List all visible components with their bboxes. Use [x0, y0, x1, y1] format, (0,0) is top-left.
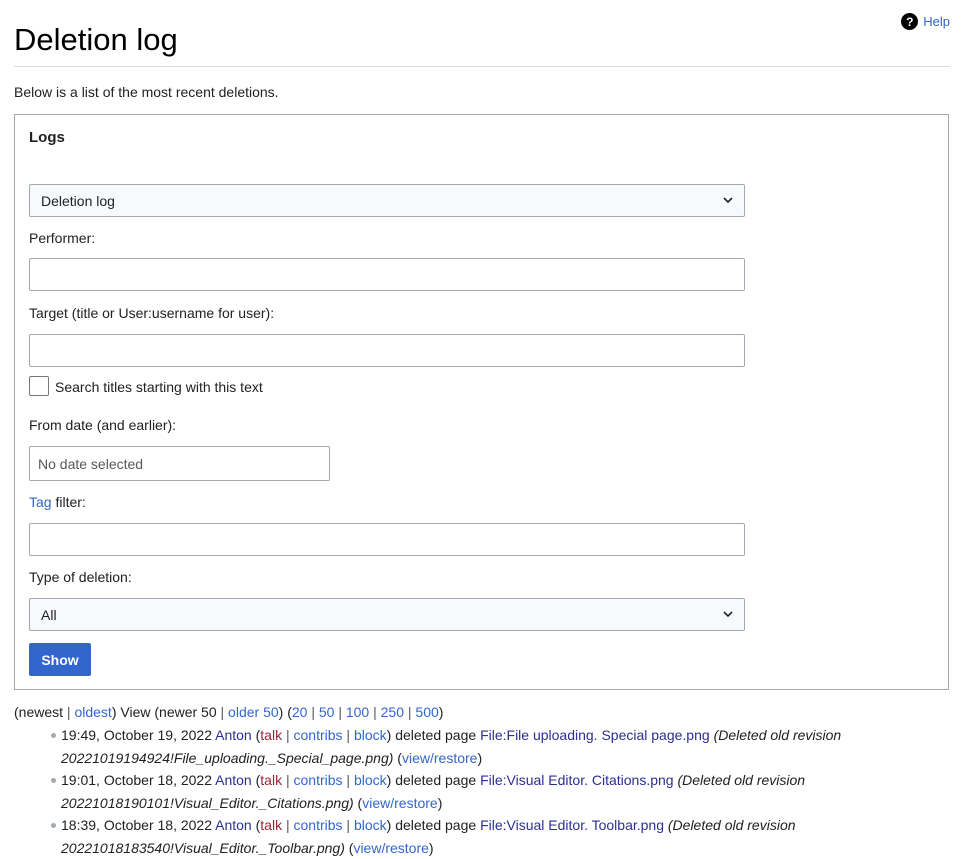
entry-timestamp: 19:49, October 19, 2022: [61, 727, 212, 743]
entry-action: deleted page: [395, 817, 477, 833]
newer-label: newer 50: [159, 704, 217, 720]
talk-link[interactable]: talk: [260, 817, 282, 833]
show-button[interactable]: Show: [29, 643, 91, 676]
block-link[interactable]: block: [354, 817, 387, 833]
user-link[interactable]: Anton: [215, 727, 252, 743]
log-type-value: Deletion log: [41, 192, 115, 209]
deletion-type-label: Type of deletion:: [29, 569, 132, 585]
limit-500-link[interactable]: 500: [415, 704, 438, 720]
deletion-type-select[interactable]: All: [29, 598, 745, 631]
prefix-search-label[interactable]: Search titles starting with this text: [55, 379, 263, 395]
user-link[interactable]: Anton: [215, 817, 252, 833]
user-link[interactable]: Anton: [215, 772, 252, 788]
help-icon: ?: [901, 13, 919, 30]
page-title: Deletion log: [14, 22, 178, 57]
log-entries: 19:49, October 19, 2022 Anton (talk | co…: [34, 724, 914, 859]
deletion-type-value: All: [41, 606, 57, 623]
chevron-down-icon: [723, 197, 733, 204]
oldest-link[interactable]: oldest: [74, 704, 111, 720]
view-restore-link[interactable]: view/restore: [353, 840, 428, 856]
from-date-input[interactable]: No date selected: [29, 446, 330, 481]
target-label: Target (title or User:username for user)…: [29, 305, 275, 321]
talk-link[interactable]: talk: [260, 727, 282, 743]
block-link[interactable]: block: [354, 772, 387, 788]
log-entry: 18:39, October 18, 2022 Anton (talk | co…: [34, 814, 914, 859]
contribs-link[interactable]: contribs: [294, 772, 343, 788]
view-label: View (: [116, 704, 160, 720]
prefix-search-checkbox[interactable]: [29, 376, 49, 396]
chevron-down-icon: [723, 611, 733, 618]
page-intro: Below is a list of the most recent delet…: [14, 84, 279, 100]
target-page-link[interactable]: File:Visual Editor. Toolbar.png: [480, 817, 664, 833]
older-link[interactable]: older 50: [228, 704, 279, 720]
view-restore-link[interactable]: view/restore: [402, 750, 477, 766]
newest-label: newest: [18, 704, 64, 720]
contribs-link[interactable]: contribs: [294, 727, 343, 743]
limit-100-link[interactable]: 100: [346, 704, 369, 720]
entry-timestamp: 19:01, October 18, 2022: [61, 772, 212, 788]
tag-filter-label-text: filter:: [51, 494, 86, 510]
from-date-placeholder: No date selected: [38, 455, 144, 472]
contribs-link[interactable]: contribs: [294, 817, 343, 833]
entry-action: deleted page: [395, 772, 477, 788]
log-entry: 19:01, October 18, 2022 Anton (talk | co…: [34, 769, 914, 814]
tag-filter-input[interactable]: [29, 523, 745, 556]
tag-link[interactable]: Tag: [29, 494, 52, 510]
target-page-link[interactable]: File:Visual Editor. Citations.png: [480, 772, 674, 788]
help-label: Help: [923, 14, 950, 29]
title-divider: [14, 66, 950, 67]
target-page-link[interactable]: File:File uploading. Special page.png: [480, 727, 710, 743]
entry-action: deleted page: [395, 727, 477, 743]
limit-20-link[interactable]: 20: [292, 704, 308, 720]
view-restore-link[interactable]: view/restore: [362, 795, 437, 811]
pagination-nav: (newest | oldest) View (newer 50 | older…: [14, 704, 444, 720]
form-legend: Logs: [29, 129, 65, 146]
talk-link[interactable]: talk: [260, 772, 282, 788]
log-entry: 19:49, October 19, 2022 Anton (talk | co…: [34, 724, 914, 769]
block-link[interactable]: block: [354, 727, 387, 743]
performer-label: Performer:: [29, 230, 96, 246]
logs-form: Logs Deletion log Performer: Target (tit…: [14, 114, 949, 690]
log-type-select[interactable]: Deletion log: [29, 184, 745, 217]
performer-input[interactable]: [29, 258, 745, 291]
limit-50-link[interactable]: 50: [319, 704, 335, 720]
target-input[interactable]: [29, 334, 745, 367]
entry-timestamp: 18:39, October 18, 2022: [61, 817, 212, 833]
from-date-label: From date (and earlier):: [29, 417, 177, 433]
limit-250-link[interactable]: 250: [381, 704, 404, 720]
tag-filter-label: Tag filter:: [29, 494, 86, 510]
help-link[interactable]: ? Help: [901, 13, 950, 30]
